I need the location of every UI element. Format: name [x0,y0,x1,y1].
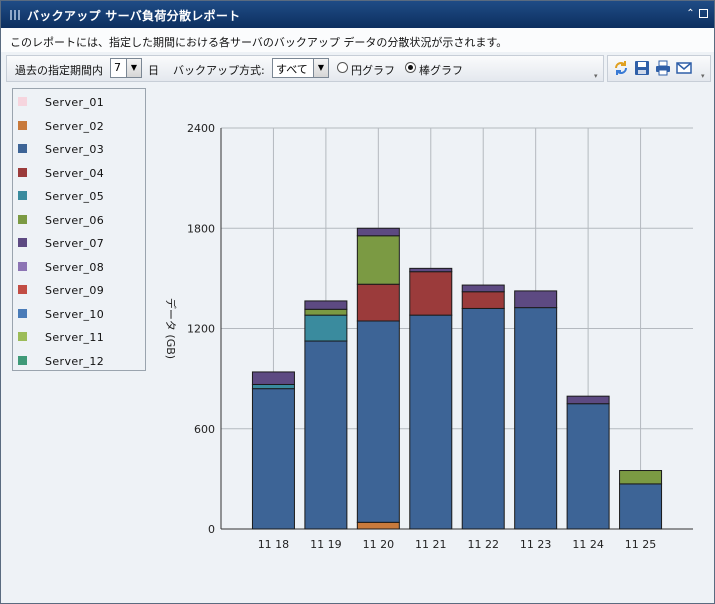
bar-segment [304,308,348,316]
bar-segment [566,395,610,405]
bar-segment [619,483,663,530]
bar-segment [461,291,505,309]
bar-segment [356,521,400,530]
x-tick-label: 11 19 [310,538,342,551]
bar-segment [356,320,400,523]
x-tick-label: 11 21 [415,538,447,551]
x-tick-label: 11 20 [363,538,395,551]
x-tick-label: 11 25 [625,538,657,551]
bar-segment [304,300,348,310]
bar-segment [251,388,295,530]
bar-segment [356,227,400,237]
x-tick-label: 11 22 [467,538,499,551]
x-tick-label: 11 23 [520,538,552,551]
bar-segment [304,340,348,530]
bar-segment [514,290,558,309]
report-window: バックアップ サーバ負荷分散レポート ⌃ このレポートには、指定した期間における… [0,0,715,604]
bar-segment [566,403,610,530]
bar-segment [409,271,453,316]
y-tick-label: 2400 [187,122,215,135]
bar-segment [461,307,505,530]
bar-segment [409,314,453,530]
bar-segment [251,371,295,385]
y-axis-label: データ (GB) [164,298,178,359]
stacked-bar-chart: 0 600 1200 1800 2400 データ (GB) 11 18 11 19 11 20 1… [164,122,693,551]
y-tick-label: 1800 [187,222,215,235]
bar-segment [514,307,558,530]
y-tick-label: 600 [194,423,215,436]
y-tick-label: 0 [208,523,215,536]
x-tick-label: 11 18 [258,538,290,551]
bar-segment [619,470,663,485]
bar-segment [461,284,505,293]
bar-segment [356,283,400,322]
x-tick-label: 11 24 [572,538,604,551]
bar-segment [304,314,348,342]
y-tick-label: 1200 [187,323,215,336]
bar-segment [251,383,295,390]
bar-segment [356,235,400,285]
bar-segment [409,267,453,273]
